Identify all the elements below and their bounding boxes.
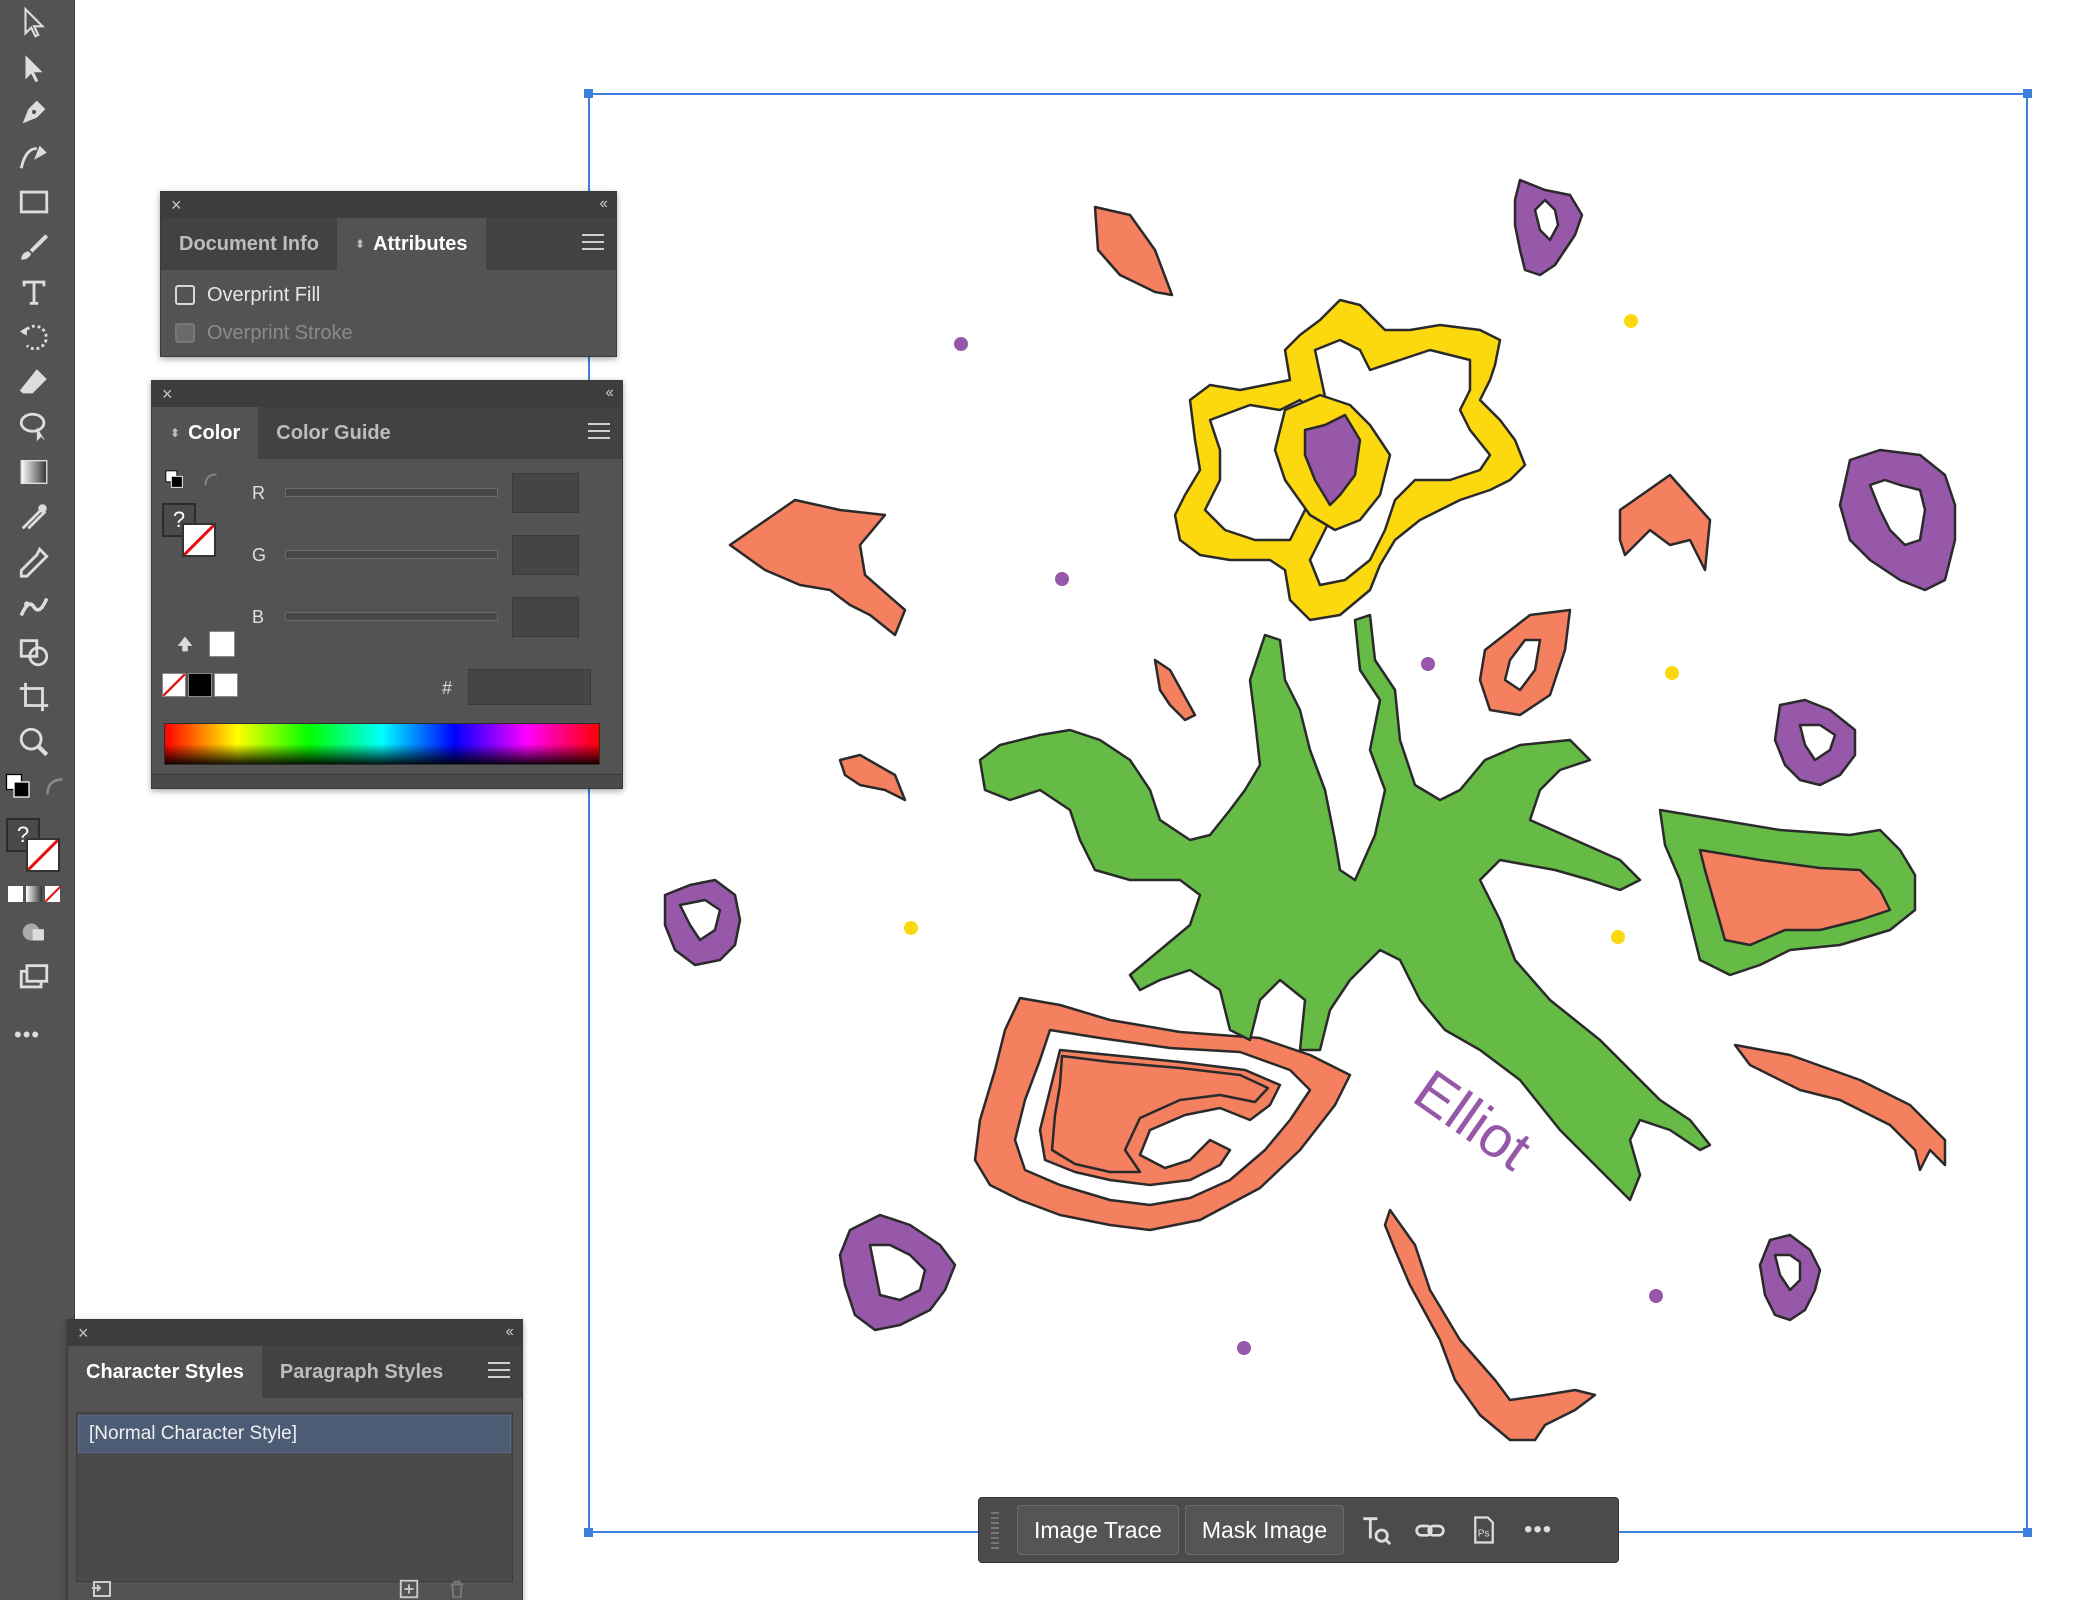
contextual-task-bar: Image Trace Mask Image Ps ••• (978, 1497, 1619, 1563)
out-of-gamut-icon[interactable] (174, 633, 196, 655)
overprint-stroke-row: Overprint Stroke (161, 314, 616, 352)
trash-icon (446, 1578, 470, 1600)
edit-toolbar-button[interactable]: ••• (14, 1022, 40, 1048)
overprint-stroke-label: Overprint Stroke (207, 321, 353, 344)
tools-toolbar: ? ••• (0, 0, 75, 1600)
eraser-tool-icon[interactable] (12, 362, 56, 402)
none-swatch[interactable] (162, 673, 186, 697)
tab-arrows-icon: ⬍ (355, 237, 366, 251)
color-mode-buttons[interactable] (8, 886, 61, 902)
channel-g-label: G (252, 545, 267, 565)
default-fill-stroke-icon[interactable] (164, 469, 186, 491)
svg-text:Ps: Ps (1478, 1528, 1490, 1539)
bounding-handle-bl[interactable] (584, 1528, 593, 1537)
tab-character-styles[interactable]: Character Styles (68, 1346, 262, 1398)
channel-r-label: R (252, 483, 265, 503)
channel-b-input[interactable] (512, 597, 579, 637)
draw-mode-icon[interactable] (12, 912, 56, 952)
attributes-panel: × ‹‹ Document Info ⬍ Attributes Overprint… (160, 191, 617, 357)
rectangle-tool-icon[interactable] (12, 182, 56, 222)
black-swatch[interactable] (188, 673, 212, 697)
stroke-swatch[interactable] (182, 523, 216, 557)
rotate-tool-icon[interactable] (12, 317, 56, 357)
tab-color-guide[interactable]: Color Guide (258, 407, 408, 459)
stroke-swatch[interactable] (26, 838, 60, 872)
more-options-button[interactable]: ••• (1516, 1508, 1560, 1552)
new-style-icon[interactable] (398, 1578, 422, 1600)
tab-arrows-icon: ⬍ (170, 426, 181, 440)
overprint-stroke-checkbox (175, 323, 195, 343)
link-icon[interactable] (1408, 1508, 1452, 1552)
web-safe-swatch[interactable] (209, 631, 235, 657)
color-spectrum[interactable] (164, 723, 600, 765)
white-swatch[interactable] (214, 673, 238, 697)
pen-tool-icon[interactable] (12, 92, 56, 132)
channel-b-label: B (252, 607, 265, 627)
collapse-panel-icon[interactable]: ‹‹ (605, 384, 614, 402)
close-panel-icon[interactable]: × (162, 384, 173, 405)
attributes-tabs: Document Info ⬍ Attributes (161, 218, 616, 270)
curvature-tool-icon[interactable] (12, 137, 56, 177)
panel-resize-grip[interactable] (152, 774, 622, 788)
screen-mode-icon[interactable] (12, 957, 56, 997)
load-styles-icon[interactable] (90, 1576, 116, 1600)
blend-tool-icon[interactable] (12, 497, 56, 537)
channel-r-input[interactable] (512, 473, 579, 513)
default-fill-stroke-icon[interactable] (4, 772, 34, 802)
swap-fill-stroke-icon[interactable] (40, 772, 70, 802)
color-tabs: ⬍ Color Color Guide (152, 407, 622, 459)
selection-tool-icon[interactable] (12, 2, 56, 42)
type-tool-icon[interactable] (12, 272, 56, 312)
drag-grip-icon[interactable] (991, 1512, 999, 1550)
swap-fill-stroke-icon[interactable] (200, 469, 222, 491)
overprint-fill-row[interactable]: Overprint Fill (161, 276, 616, 314)
styles-tabs: Character Styles Paragraph Styles (68, 1346, 522, 1398)
text-search-icon[interactable] (1354, 1508, 1398, 1552)
tab-paragraph-styles[interactable]: Paragraph Styles (262, 1346, 461, 1398)
paintbrush-tool-icon[interactable] (12, 227, 56, 267)
color-panel: × ‹‹ ⬍ Color Color Guide ? R G B # (151, 380, 623, 789)
channel-g-slider[interactable] (285, 550, 498, 559)
image-trace-button[interactable]: Image Trace (1017, 1505, 1179, 1555)
artboard-tool-icon[interactable] (12, 677, 56, 717)
close-panel-icon[interactable]: × (78, 1323, 89, 1344)
zoom-tool-icon[interactable] (12, 722, 56, 762)
shape-builder-tool-icon[interactable] (12, 632, 56, 672)
bounding-handle-tr[interactable] (2023, 89, 2032, 98)
bounding-handle-tl[interactable] (584, 89, 593, 98)
photoshop-icon[interactable]: Ps (1462, 1508, 1506, 1552)
lasso-tool-icon[interactable] (12, 407, 56, 447)
mask-image-button[interactable]: Mask Image (1184, 1505, 1345, 1555)
character-styles-panel: × ‹‹ Character Styles Paragraph Styles [… (67, 1319, 523, 1600)
tab-attributes[interactable]: ⬍ Attributes (337, 218, 486, 270)
hex-label: # (442, 678, 453, 698)
panel-menu-icon[interactable] (582, 234, 604, 255)
collapse-panel-icon[interactable]: ‹‹ (505, 1323, 514, 1341)
collapse-panel-icon[interactable]: ‹‹ (599, 195, 608, 213)
overprint-fill-label: Overprint Fill (207, 283, 321, 306)
tab-document-info[interactable]: Document Info (161, 218, 337, 270)
channel-b-slider[interactable] (285, 612, 498, 621)
hex-input[interactable] (468, 669, 591, 705)
channel-r-slider[interactable] (285, 488, 498, 497)
bounding-handle-br[interactable] (2023, 1528, 2032, 1537)
artboard[interactable] (584, 89, 2032, 1537)
panel-menu-icon[interactable] (488, 1362, 510, 1383)
channel-g-input[interactable] (512, 535, 579, 575)
eyedropper-tool-icon[interactable] (12, 542, 56, 582)
puppet-warp-tool-icon[interactable] (12, 587, 56, 627)
tab-color[interactable]: ⬍ Color (152, 407, 259, 459)
overprint-fill-checkbox[interactable] (175, 285, 195, 305)
close-panel-icon[interactable]: × (171, 195, 182, 216)
list-item[interactable]: [Normal Character Style] (78, 1415, 511, 1453)
gradient-tool-icon[interactable] (12, 452, 56, 492)
panel-menu-icon[interactable] (588, 423, 610, 444)
direct-selection-tool-icon[interactable] (12, 48, 56, 88)
